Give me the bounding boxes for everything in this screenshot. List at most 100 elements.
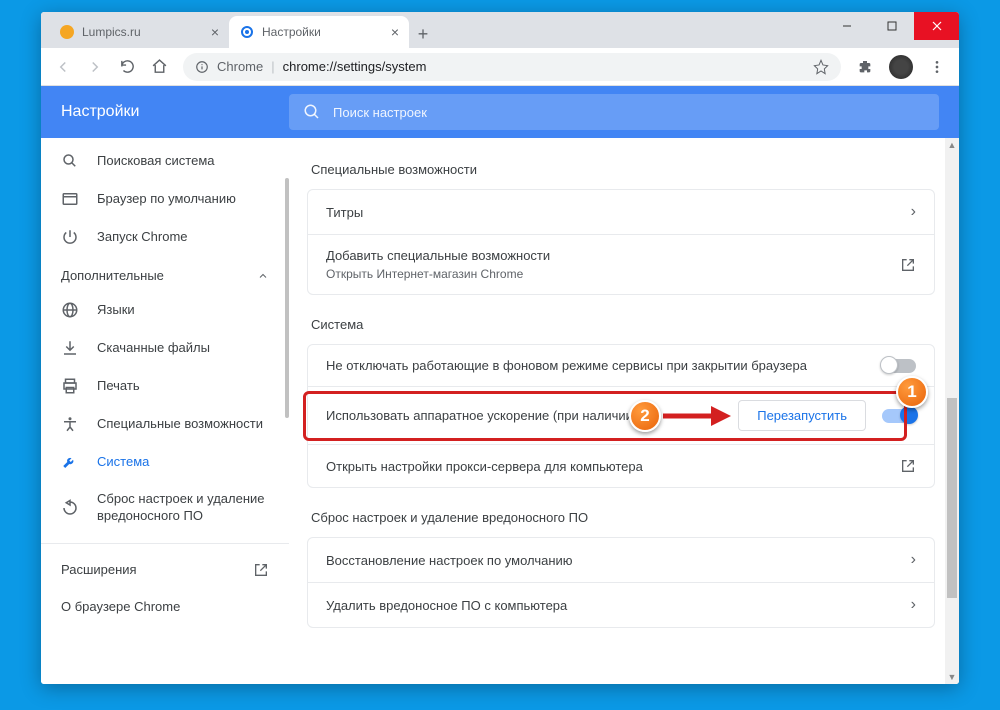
section-title-system: Система [311,317,931,332]
info-icon [195,60,209,74]
settings-search[interactable]: Поиск настроек [289,94,939,130]
forward-button[interactable] [81,53,109,81]
sidebar-item-label: Языки [97,302,269,319]
print-icon [61,377,79,395]
power-icon [61,228,79,246]
maximize-button[interactable] [869,12,914,40]
sidebar-item-label: Браузер по умолчанию [97,191,269,208]
row-cleanup[interactable]: Удалить вредоносное ПО с компьютера › [308,582,934,627]
close-button[interactable] [914,12,959,40]
wrench-icon [61,453,79,471]
toggle-hardware-acceleration[interactable] [882,409,916,423]
reset-card: Восстановление настроек по умолчанию › У… [307,537,935,628]
new-tab-button[interactable]: + [409,20,437,48]
row-restore-defaults[interactable]: Восстановление настроек по умолчанию › [308,538,934,582]
sidebar-item-default-browser[interactable]: Браузер по умолчанию [41,180,289,218]
launch-icon [253,562,269,578]
omnibox-url: chrome://settings/system [283,59,427,74]
sidebar-divider [41,543,289,544]
chevron-right-icon: › [911,596,916,614]
sidebar-item-label: Скачанные файлы [97,340,269,357]
sidebar-item-downloads[interactable]: Скачанные файлы [41,329,289,367]
annotation-badge-1: 1 [896,376,928,408]
tab-label: Lumpics.ru [82,25,141,39]
sidebar-item-accessibility[interactable]: Специальные возможности [41,405,289,443]
launch-icon [900,257,916,273]
chevron-right-icon: › [911,203,916,221]
scrollbar-thumb[interactable] [947,398,957,598]
tab-settings[interactable]: Настройки × [229,16,409,48]
main-scrollbar[interactable]: ▲ ▼ [945,138,959,684]
accessibility-card: Титры › Добавить специальные возможности… [307,189,935,295]
tab-label: Настройки [262,25,321,39]
sidebar-item-label: Система [97,454,269,471]
accessibility-icon [61,415,79,433]
annotation-badge-2: 2 [629,400,661,432]
sidebar-item-label: Запуск Chrome [97,229,269,246]
settings-main: Специальные возможности Титры › Добавить… [289,138,959,684]
sidebar-item-label: О браузере Chrome [61,599,269,616]
sidebar-item-languages[interactable]: Языки [41,291,289,329]
launch-icon [900,458,916,474]
sidebar-advanced-heading[interactable]: Дополнительные [41,256,289,291]
scrollbar-down-arrow[interactable]: ▼ [945,670,959,684]
back-button[interactable] [49,53,77,81]
tab-lumpics[interactable]: Lumpics.ru × [49,16,229,48]
sidebar-item-search-engine[interactable]: Поисковая система [41,142,289,180]
download-icon [61,339,79,357]
row-hardware-acceleration[interactable]: Использовать аппаратное ускорение (при н… [308,386,934,444]
omnibox[interactable]: Chrome | chrome://settings/system [183,53,841,81]
search-icon [61,152,79,170]
browser-icon [61,190,79,208]
toggle-background-apps[interactable] [882,359,916,373]
sidebar-advanced-label: Дополнительные [61,268,164,283]
row-add-accessibility[interactable]: Добавить специальные возможности Открыть… [308,234,934,294]
reload-button[interactable] [113,53,141,81]
row-background-apps[interactable]: Не отключать работающие в фоновом режиме… [308,345,934,386]
system-card: Не отключать работающие в фоновом режиме… [307,344,935,488]
sidebar-item-printing[interactable]: Печать [41,367,289,405]
row-label: Восстановление настроек по умолчанию [326,553,911,568]
page-title: Настройки [41,103,289,121]
profile-avatar[interactable] [889,55,913,79]
minimize-button[interactable] [824,12,869,40]
chevron-up-icon [257,270,269,282]
menu-button[interactable] [923,53,951,81]
row-label: Использовать аппаратное ускорение (при н… [326,408,738,423]
bookmark-star-icon[interactable] [813,59,829,75]
favicon-lumpics [59,24,75,40]
sidebar-item-label: Специальные возможности [97,416,269,433]
row-label: Открыть настройки прокси-сервера для ком… [326,459,900,474]
scrollbar-up-arrow[interactable]: ▲ [945,138,959,152]
section-title-reset: Сброс настроек и удаление вредоносного П… [311,510,931,525]
section-title-accessibility: Специальные возможности [311,162,931,177]
settings-sidebar: Поисковая система Браузер по умолчанию З… [41,138,289,684]
sidebar-item-label: Поисковая система [97,153,269,170]
sidebar-item-system[interactable]: Система [41,443,289,481]
toolbar: Chrome | chrome://settings/system [41,48,959,86]
extensions-button[interactable] [851,53,879,81]
row-label: Титры [326,205,911,220]
favicon-settings [239,24,255,40]
restart-button[interactable]: Перезапустить [738,400,866,431]
search-placeholder: Поиск настроек [333,105,427,120]
sidebar-item-on-startup[interactable]: Запуск Chrome [41,218,289,256]
omnibox-scheme: Chrome [217,59,263,74]
chevron-right-icon: › [911,551,916,569]
settings-header: Настройки Поиск настроек [41,86,959,138]
browser-window: Lumpics.ru × Настройки × + Chrome | chro… [41,12,959,684]
row-label: Удалить вредоносное ПО с компьютера [326,598,911,613]
sidebar-item-extensions[interactable]: Расширения [41,552,289,589]
sidebar-item-about[interactable]: О браузере Chrome [41,589,289,626]
sidebar-item-reset[interactable]: Сброс настроек и удаление вредоносного П… [41,481,289,535]
reset-icon [61,499,79,517]
row-proxy-settings[interactable]: Открыть настройки прокси-сервера для ком… [308,444,934,487]
omnibox-separator: | [271,59,274,74]
content-area: Поисковая система Браузер по умолчанию З… [41,138,959,684]
home-button[interactable] [145,53,173,81]
tab-close-icon[interactable]: × [391,24,399,40]
sidebar-item-label: Печать [97,378,269,395]
sidebar-item-label: Расширения [61,562,235,579]
row-captions[interactable]: Титры › [308,190,934,234]
tab-close-icon[interactable]: × [211,24,219,40]
